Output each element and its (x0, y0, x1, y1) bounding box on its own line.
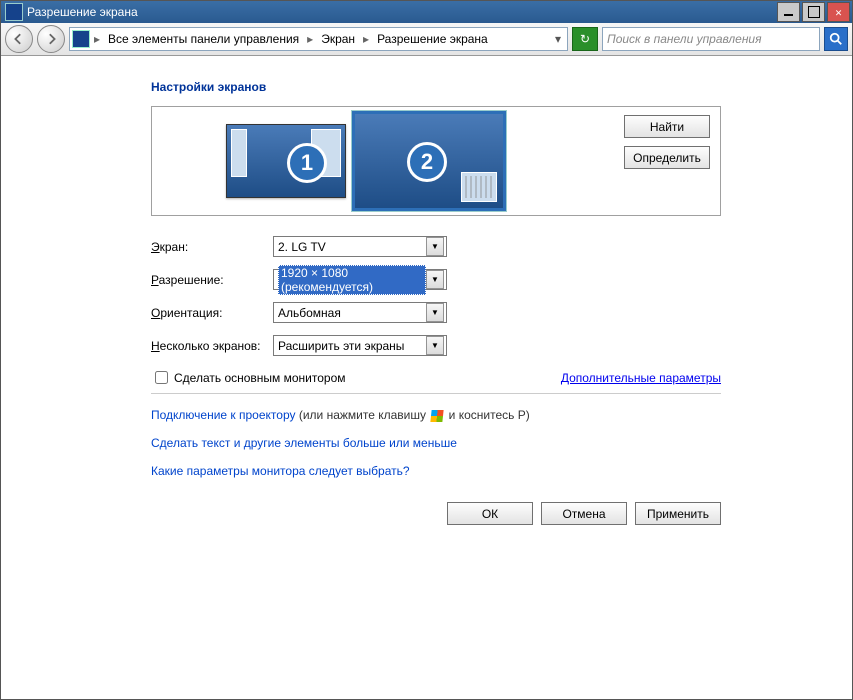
search-input[interactable] (603, 32, 819, 46)
dropdown-caret-icon: ▼ (426, 336, 444, 355)
control-panel-icon (72, 30, 90, 48)
text-size-link[interactable]: Сделать текст и другие элементы больше и… (151, 436, 457, 450)
breadcrumb-bar[interactable]: ▸ Все элементы панели управления ▸ Экран… (69, 27, 568, 51)
multiscreen-select[interactable]: Расширить эти экраны ▼ (273, 335, 447, 356)
projector-hint: (или нажмите клавишу и коснитесь P) (299, 408, 530, 422)
dropdown-caret-icon: ▼ (426, 237, 444, 256)
monitor-2-selected[interactable]: 2 (352, 111, 506, 211)
titlebar: Разрешение экрана (1, 1, 852, 23)
dropdown-caret-icon: ▼ (426, 303, 444, 322)
monitor-2-number: 2 (407, 142, 447, 182)
breadcrumb-root[interactable]: Все элементы панели управления (102, 28, 305, 50)
monitor-1-number: 1 (287, 143, 327, 183)
advanced-settings-link[interactable]: Дополнительные параметры (561, 371, 721, 385)
breadcrumb-level3[interactable]: Разрешение экрана (371, 28, 494, 50)
resolution-label: Разрешение: (151, 273, 273, 287)
screen-label: Экран: (151, 240, 273, 254)
breadcrumb-level2[interactable]: Экран (315, 28, 361, 50)
search-button[interactable] (824, 27, 848, 51)
find-displays-button[interactable]: Найти (624, 115, 710, 138)
make-primary-checkbox[interactable] (155, 371, 168, 384)
make-primary-label: Сделать основным монитором (174, 371, 346, 385)
display-preview: 1 2 Найти Определить (151, 106, 721, 216)
projector-link[interactable]: Подключение к проектору (151, 408, 296, 422)
content-area: Настройки экранов 1 2 Найти Определить (1, 56, 852, 699)
monitor-1[interactable]: 1 (226, 124, 346, 198)
resolution-select[interactable]: 1920 × 1080 (рекомендуется) ▼ (273, 269, 447, 290)
orientation-label: Ориентация: (151, 306, 273, 320)
window-minimize-button[interactable] (777, 2, 800, 22)
nav-back-button[interactable] (5, 25, 33, 53)
breadcrumb-dropdown-icon[interactable]: ▾ (551, 32, 565, 46)
page-heading: Настройки экранов (151, 80, 852, 94)
separator (151, 393, 721, 394)
screen-select[interactable]: 2. LG TV ▼ (273, 236, 447, 257)
search-box[interactable] (602, 27, 820, 51)
app-icon (5, 3, 23, 21)
orientation-select[interactable]: Альбомная ▼ (273, 302, 447, 323)
multiscreen-label: Несколько экранов: (151, 339, 273, 353)
window-maximize-button[interactable] (802, 2, 825, 22)
windows-key-icon (431, 410, 443, 422)
dropdown-caret-icon: ▼ (426, 270, 444, 289)
chevron-right-icon: ▸ (361, 32, 371, 46)
window-title: Разрешение экрана (27, 5, 138, 19)
identify-displays-button[interactable]: Определить (624, 146, 710, 169)
cancel-button[interactable]: Отмена (541, 502, 627, 525)
window-close-button[interactable] (827, 2, 850, 22)
navigation-bar: ▸ Все элементы панели управления ▸ Экран… (1, 23, 852, 56)
which-monitor-link[interactable]: Какие параметры монитора следует выбрать… (151, 464, 410, 478)
chevron-right-icon: ▸ (305, 32, 315, 46)
refresh-button[interactable]: ↻ (572, 27, 598, 51)
ok-button[interactable]: ОК (447, 502, 533, 525)
chevron-right-icon: ▸ (92, 32, 102, 46)
nav-forward-button[interactable] (37, 25, 65, 53)
apply-button[interactable]: Применить (635, 502, 721, 525)
